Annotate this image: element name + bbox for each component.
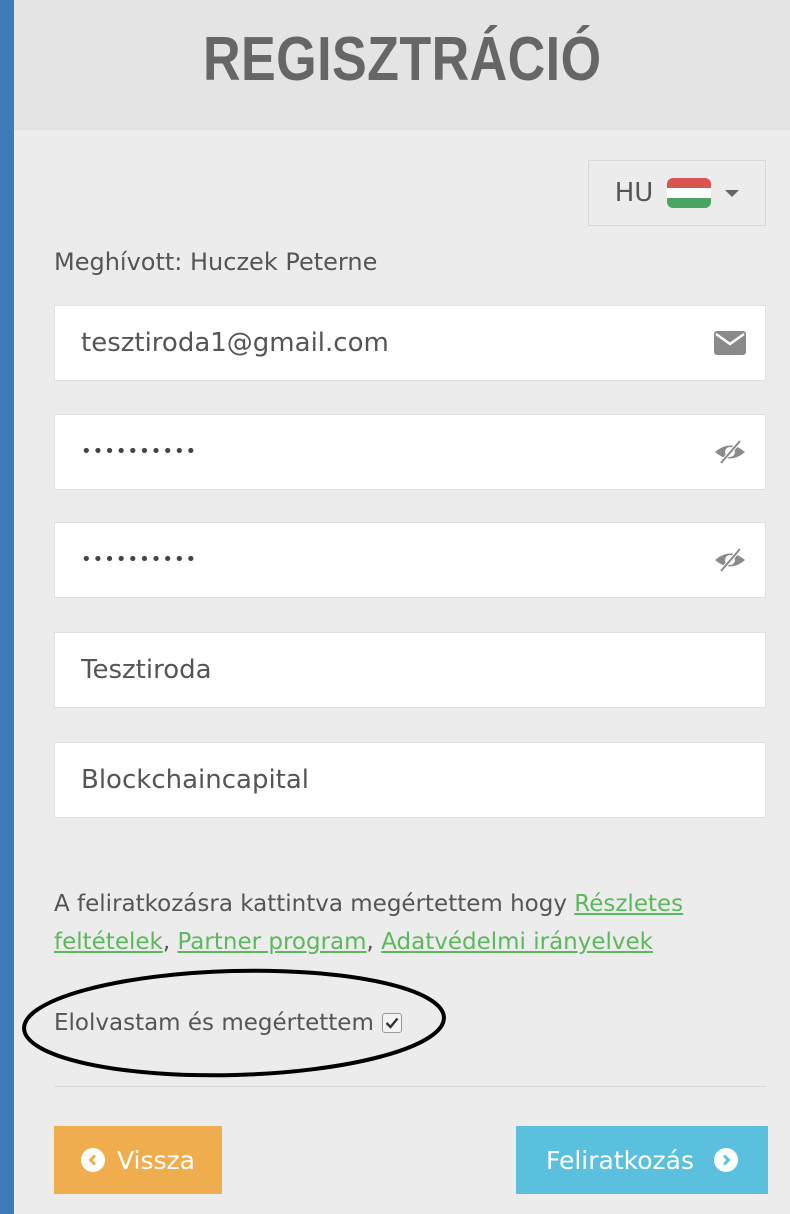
language-code: HU	[614, 178, 654, 208]
referrer-field-wrapper	[54, 742, 766, 818]
chevron-right-circle-icon	[714, 1148, 739, 1172]
eye-slash-icon[interactable]	[713, 546, 747, 574]
password-confirm-field[interactable]: ••••••••••	[54, 522, 766, 598]
envelope-icon	[713, 329, 747, 357]
chevron-left-circle-icon	[81, 1148, 105, 1172]
invited-by-label: Meghívott: Huczek Peterne	[54, 248, 378, 276]
email-field[interactable]	[55, 306, 765, 380]
email-field-wrapper	[54, 305, 766, 381]
password-value: ••••••••••	[81, 441, 198, 462]
hungarian-flag-icon	[667, 178, 712, 208]
language-selector[interactable]: HU	[588, 160, 766, 226]
password-confirm-value: ••••••••••	[81, 549, 198, 570]
company-field[interactable]	[55, 633, 765, 707]
company-field-wrapper	[54, 632, 766, 708]
header: REGISZTRÁCIÓ	[14, 0, 790, 130]
submit-button[interactable]: Feliratkozás	[516, 1126, 768, 1194]
terms-text: A feliratkozásra kattintva megértettem h…	[54, 885, 734, 961]
divider	[54, 1086, 766, 1087]
referrer-field[interactable]	[55, 743, 765, 817]
terms-intro: A feliratkozásra kattintva megértettem h…	[54, 891, 575, 917]
terms-separator: ,	[366, 929, 382, 955]
terms-link-privacy[interactable]: Adatvédelmi irányelvek	[381, 929, 653, 955]
eye-slash-icon[interactable]	[713, 438, 747, 466]
back-button-label: Vissza	[117, 1145, 195, 1175]
agreement-checkbox[interactable]	[381, 1013, 402, 1033]
password-field[interactable]: ••••••••••	[54, 414, 766, 490]
caret-down-icon	[725, 189, 740, 197]
registration-panel: REGISZTRÁCIÓ HU Meghívott: Huczek Petern…	[14, 0, 790, 1214]
terms-separator: ,	[162, 929, 178, 955]
terms-link-partner[interactable]: Partner program	[177, 929, 366, 955]
checkmark-icon	[385, 1017, 399, 1029]
agreement-label: Elolvastam és megértettem	[54, 1010, 374, 1036]
submit-button-label: Feliratkozás	[545, 1145, 695, 1175]
back-button[interactable]: Vissza	[54, 1126, 222, 1194]
agreement-row: Elolvastam és megértettem	[54, 1010, 402, 1036]
page-title: REGISZTRÁCIÓ	[202, 24, 602, 94]
